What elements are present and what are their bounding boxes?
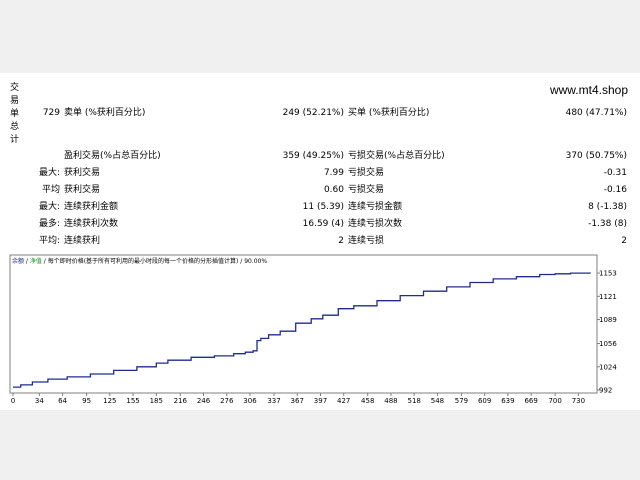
x-tick-label: 609	[478, 397, 491, 405]
vertical-char: 单	[10, 109, 20, 119]
row-prefix: 最大:	[38, 202, 60, 212]
x-tick-label: 185	[150, 397, 163, 405]
x-tick-label: 155	[126, 397, 139, 405]
x-tick-label: 95	[82, 397, 91, 405]
row-right-value: -1.38 (8)	[588, 219, 627, 229]
report-panel: 交 易 单 总 计 www.mt4.shop 729 卖单 (%获利百分比) 2…	[0, 73, 640, 410]
profit-trades-label: 盈利交易(%占总百分比)	[64, 151, 161, 161]
row-right-label: 连续亏损金额	[348, 202, 403, 212]
row-left-value: 7.99	[323, 168, 344, 178]
x-tick-label: 427	[337, 397, 350, 405]
row-prefix: 最多:	[38, 219, 60, 229]
y-tick-label: 1121	[599, 293, 617, 301]
row-left-value: 2	[338, 236, 344, 246]
row-right-label: 亏损交易	[348, 185, 385, 195]
y-tick-label: 1024	[599, 363, 617, 371]
x-tick-label: 488	[384, 397, 397, 405]
x-tick-label: 246	[197, 397, 211, 405]
row-right-label: 连续亏损次数	[348, 219, 403, 229]
row-left-label: 连续获利	[64, 236, 101, 246]
x-tick-label: 306	[243, 397, 257, 405]
profit-trades-value: 359 (49.25%)	[282, 151, 344, 161]
row-right-label: 连续亏损	[348, 236, 385, 246]
row-right-value: 8 (-1.38)	[588, 202, 627, 212]
legend-description: 每个即时价格(基于所有可利用的最小时段的每一个价格的分形插值计算) / 90.0…	[48, 257, 268, 265]
vertical-char: 易	[10, 96, 20, 106]
sell-label: 卖单 (%获利百分比)	[64, 108, 146, 118]
x-tick-label: 34	[35, 397, 44, 405]
row-left-value: 0.60	[323, 185, 344, 195]
x-tick-label: 0	[11, 397, 15, 405]
row-prefix: 平均	[41, 185, 60, 195]
x-tick-label: 367	[291, 397, 304, 405]
x-tick-label: 276	[220, 397, 234, 405]
balance-chart: 余额 / 净值 / 每个即时价格(基于所有可利用的最小时段的每一个价格的分形插值…	[9, 254, 617, 405]
x-tick-label: 639	[501, 397, 514, 405]
buy-label: 买单 (%获利百分比)	[348, 108, 430, 118]
x-tick-label: 125	[103, 397, 116, 405]
plot-frame	[9, 254, 598, 394]
vertical-char: 交	[10, 83, 20, 93]
legend-balance: 余额	[12, 257, 24, 265]
row-right-label: 亏损交易	[348, 168, 385, 178]
x-tick-label: 518	[408, 397, 421, 405]
row-right-value: 2	[621, 236, 627, 246]
row-left-label: 获利交易	[64, 185, 101, 195]
row-left-value: 16.59 (4)	[302, 219, 344, 229]
y-tick-label: 1153	[599, 270, 617, 278]
x-axis: 0 34 64 95 125 155 185 216 246 276 306 337 367 397 427…	[11, 393, 585, 405]
legend-equity: 净值	[30, 257, 42, 265]
chart-legend: 余额 / 净值 / 每个即时价格(基于所有可利用的最小时段的每一个价格的分形插值…	[12, 257, 267, 265]
y-tick-label: 992	[599, 387, 612, 395]
y-tick-label: 1089	[599, 316, 617, 324]
loss-trades-label: 亏损交易(%占总百分比)	[348, 151, 445, 161]
y-axis: 1153 1121 1089 1056 1024 992	[597, 270, 617, 395]
row-left-label: 连续获利次数	[64, 219, 119, 229]
x-tick-label: 700	[548, 397, 561, 405]
row-right-value: -0.31	[603, 168, 627, 178]
x-tick-label: 64	[58, 397, 67, 405]
row-prefix: 最大:	[38, 168, 60, 178]
row-left-label: 获利交易	[64, 168, 101, 178]
x-tick-label: 548	[431, 397, 444, 405]
x-tick-label: 579	[455, 397, 468, 405]
vertical-char: 计	[10, 135, 20, 145]
x-tick-label: 397	[314, 397, 327, 405]
x-tick-label: 216	[174, 397, 188, 405]
x-tick-label: 669	[524, 397, 537, 405]
x-tick-label: 337	[267, 397, 280, 405]
row-left-value: 11 (5.39)	[302, 202, 344, 212]
total-trades-value: 729	[42, 108, 60, 118]
sell-value: 249 (52.21%)	[282, 108, 344, 118]
x-tick-label: 730	[572, 397, 585, 405]
site-watermark: www.mt4.shop	[549, 83, 628, 97]
loss-trades-value: 370 (50.75%)	[565, 151, 627, 161]
row-right-value: -0.16	[603, 185, 627, 195]
vertical-char: 总	[10, 122, 20, 132]
y-tick-label: 1056	[599, 340, 617, 348]
x-tick-label: 458	[361, 397, 374, 405]
buy-value: 480 (47.71%)	[565, 108, 627, 118]
row-prefix: 平均:	[38, 236, 60, 246]
row-left-label: 连续获利金额	[64, 202, 119, 212]
